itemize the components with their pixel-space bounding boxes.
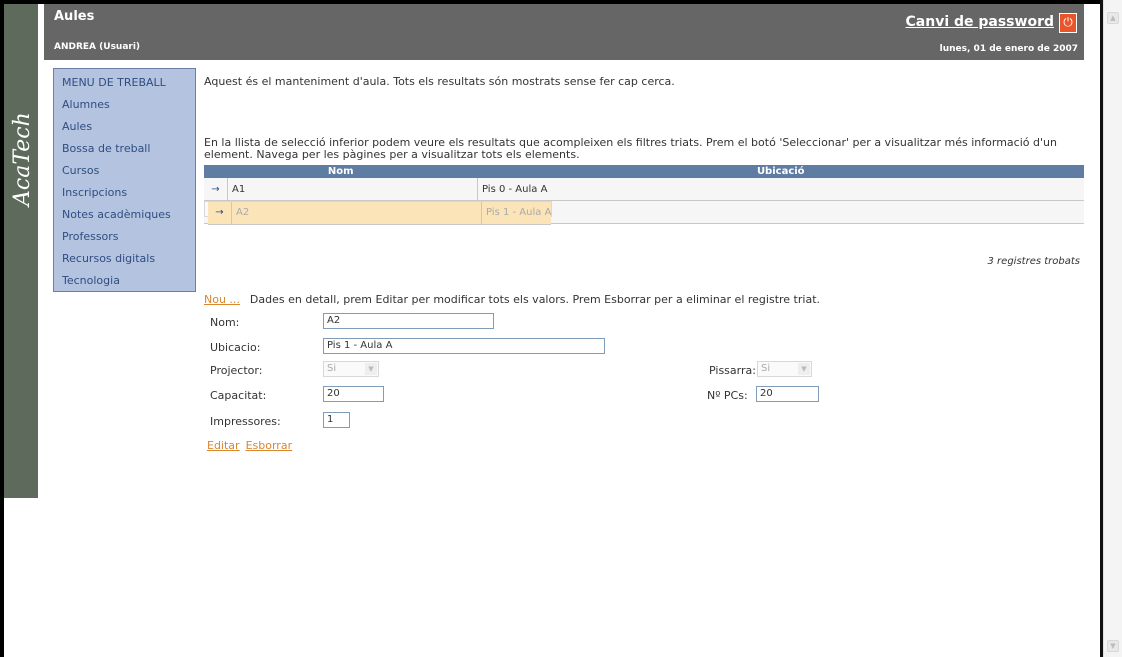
pcs-label: Nº PCs: [707,389,748,402]
select-arrow-icon[interactable]: → [204,178,228,201]
column-header-nom: Nom [204,165,478,178]
pissarra-select[interactable]: Si ▼ [757,361,812,377]
menu-item-aules[interactable]: Aules [62,120,92,133]
nom-field[interactable]: A2 [323,313,494,329]
page-header: Aules ANDREA (Usuari) Canvi de password … [44,4,1084,60]
menu-item-cursos[interactable]: Cursos [62,164,99,177]
scroll-down-icon[interactable]: ▼ [1107,640,1119,652]
table-row[interactable]: → A1 Pis 0 - Aula A [204,178,1084,201]
change-password-link[interactable]: Canvi de password [906,14,1055,30]
ubicacio-label: Ubicacio: [210,341,261,354]
menu-item-alumnes[interactable]: Alumnes [62,98,110,111]
cell-ubicacio: Pis 1 - Aula B [477,201,1084,224]
table-header-row: Nom Ubicació [204,165,1084,178]
select-arrow-icon[interactable]: → [208,202,232,225]
chevron-down-icon[interactable]: ▼ [798,363,810,375]
capacitat-label: Capacitat: [210,389,267,402]
intro-text: Aquest és el manteniment d'aula. Tots el… [204,75,675,88]
menu-item-tecnologia[interactable]: Tecnologia [62,274,120,287]
pcs-field[interactable]: 20 [756,386,819,402]
ubicacio-field[interactable]: Pis 1 - Aula A [323,338,605,354]
results-table: Nom Ubicació → A1 Pis 0 - Aula A → A2 Pi… [204,165,1084,225]
cell-ubicacio: Pis 1 - Aula A [481,202,552,225]
power-icon[interactable]: ⏻ [1059,13,1077,33]
detail-text: Dades en detall, prem Editar per modific… [249,293,820,306]
delete-link[interactable]: Esborrar [246,439,293,452]
pissarra-label: Pissarra: [709,364,756,377]
menu-item-recursos-digitals[interactable]: Recursos digitals [62,252,155,265]
edit-link[interactable]: Editar [207,439,240,452]
user-label: ANDREA (Usuari) [54,42,141,52]
vertical-scrollbar[interactable] [1103,0,1122,657]
results-count: 3 registres trobats [987,256,1080,267]
menu-item-notes-academiques[interactable]: Notes acadèmiques [62,208,171,221]
menu-item-professors[interactable]: Professors [62,230,119,243]
capacitat-field[interactable]: 20 [323,386,384,402]
page-title: Aules [54,9,95,24]
nom-label: Nom: [210,316,240,329]
logo: AcaTech [10,112,35,206]
table-row-selected[interactable]: → A2 Pis 1 - Aula A [204,201,553,225]
menu-heading: MENU DE TREBALL [62,76,166,89]
chevron-down-icon[interactable]: ▼ [365,363,377,375]
projector-select[interactable]: Si ▼ [323,361,379,377]
brand-sidebar: AcaTech [4,4,38,498]
date-label: lunes, 01 de enero de 2007 [939,44,1078,54]
detail-header: Nou ... Dades en detall, prem Editar per … [204,293,820,306]
column-header-ubicacio: Ubicació [477,165,1084,178]
description-text: En la llista de selecció inferior podem … [204,136,1057,161]
scroll-up-icon[interactable]: ▲ [1107,12,1119,24]
cell-nom: A2 [231,202,482,225]
impressores-label: Impressores: [210,415,281,428]
projector-value: Si [327,363,337,374]
new-record-link[interactable]: Nou ... [204,293,240,306]
record-actions: Editar Esborrar [207,439,298,452]
impressores-field[interactable]: 1 [323,412,350,428]
work-menu: MENU DE TREBALL Alumnes Aules Bossa de t… [53,68,196,292]
menu-item-inscripcions[interactable]: Inscripcions [62,186,127,199]
projector-label: Projector: [210,364,263,377]
cell-ubicacio: Pis 0 - Aula A [477,178,1084,201]
pissarra-value: Si [761,363,771,374]
cell-nom: A1 [227,178,478,201]
menu-item-bossa-de-treball[interactable]: Bossa de treball [62,142,150,155]
